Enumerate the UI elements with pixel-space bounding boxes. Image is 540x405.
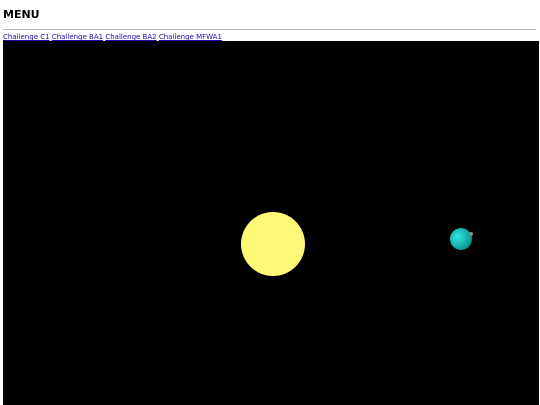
simulation-canvas[interactable]	[3, 41, 539, 405]
link-challenge-ba2[interactable]: Challenge BA2	[105, 33, 156, 41]
page: MENU Challenge C1 Challenge BA1 Challeng…	[0, 0, 540, 405]
planet	[450, 228, 472, 250]
link-challenge-mfwa1[interactable]: Challenge MFWA1	[159, 33, 222, 41]
divider	[3, 29, 536, 30]
sun	[241, 212, 305, 276]
link-challenge-ba1[interactable]: Challenge BA1	[52, 33, 103, 41]
page-title: MENU	[3, 8, 40, 21]
link-challenge-c1[interactable]: Challenge C1	[3, 33, 50, 41]
moon	[469, 232, 473, 236]
solar-system-scene	[241, 212, 473, 276]
